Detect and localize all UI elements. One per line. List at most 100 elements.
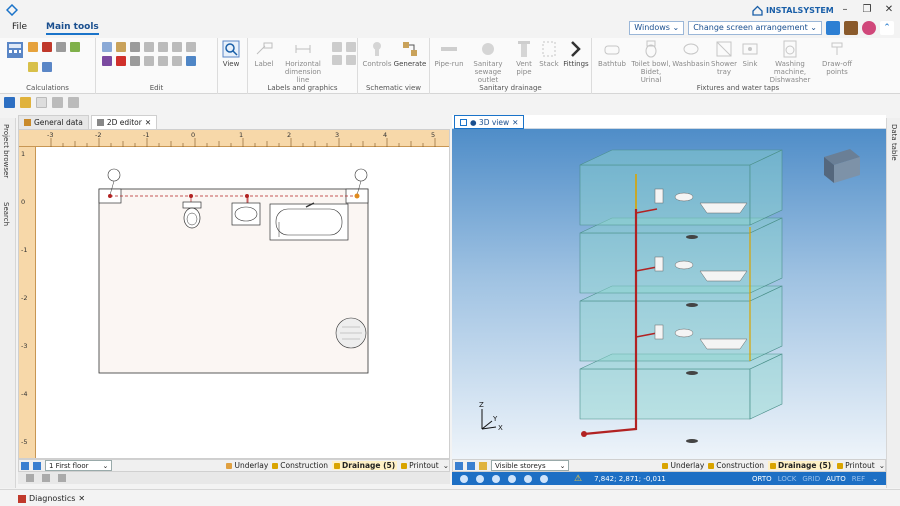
calc-icon-3[interactable] [56, 42, 66, 52]
eye-icon[interactable] [460, 474, 468, 483]
cut-icon[interactable] [102, 56, 112, 66]
pipe-node[interactable] [189, 194, 193, 198]
chevron-down-icon[interactable]: ⌄ [872, 475, 878, 483]
warning-icon[interactable]: ⚠ [574, 474, 582, 484]
align-icon[interactable] [186, 42, 196, 52]
sink-button[interactable]: Sink [740, 40, 760, 68]
horizontal-dimension-button[interactable]: Horizontal dimension line [278, 40, 328, 84]
paste-icon[interactable] [116, 42, 126, 52]
sanitary-outlet-button[interactable]: Sanitary sewage outlet [466, 40, 510, 84]
open-icon[interactable] [20, 96, 31, 108]
storey-2[interactable] [579, 232, 751, 294]
shower-button[interactable]: Shower tray [710, 40, 738, 76]
floor-plan-canvas[interactable] [36, 147, 450, 459]
snap-icon[interactable] [26, 474, 34, 482]
close-tab-icon[interactable]: ✕ [145, 118, 151, 127]
stack-button[interactable]: Stack [538, 40, 560, 68]
tab-main-tools[interactable]: Main tools [46, 22, 99, 35]
tab-3d-view[interactable]: ● 3D view ✕ [454, 115, 525, 129]
copy-icon[interactable] [102, 42, 112, 52]
bathtub-fixture[interactable] [269, 202, 349, 241]
search-tab[interactable]: Search [2, 202, 10, 226]
washbasin-fixture[interactable] [231, 202, 261, 226]
bathtub-button[interactable]: Bathtub [596, 40, 628, 68]
layer-underlay[interactable]: Underlay [226, 461, 268, 470]
close-3d-tab-icon[interactable]: ✕ [512, 118, 518, 127]
stack-label-right[interactable] [354, 168, 368, 182]
close-button[interactable]: ✕ [878, 2, 900, 18]
layer-drainage[interactable]: Drainage (5) [332, 461, 398, 470]
new-icon[interactable] [36, 96, 47, 108]
layer-printout-3d[interactable]: Printout [837, 461, 875, 470]
mode-grid[interactable]: GRID [799, 475, 823, 483]
calc-icon-2[interactable] [42, 42, 52, 52]
floor-drain-label[interactable] [335, 317, 367, 349]
mirror-icon[interactable] [172, 42, 182, 52]
fittings-button[interactable]: Fittings [562, 40, 590, 68]
floor-drain-3d[interactable] [686, 303, 698, 307]
tab-2d-editor[interactable]: 2D editor ✕ [90, 115, 158, 129]
render-icon[interactable] [540, 474, 548, 483]
image-icon[interactable] [346, 55, 356, 65]
toilet-fixture[interactable] [182, 201, 202, 229]
redo-icon[interactable] [68, 96, 79, 108]
clone-icon[interactable] [130, 42, 140, 52]
floor-select[interactable]: 1 First floor ⌄ [45, 460, 113, 471]
book-icon[interactable] [844, 21, 858, 35]
draw-off-button[interactable]: Draw-off points [820, 40, 854, 76]
monitor-icon[interactable] [826, 21, 840, 35]
section-icon[interactable] [524, 474, 532, 483]
offset-icon[interactable] [172, 56, 182, 66]
delete-icon[interactable] [116, 56, 126, 66]
collapse-ribbon-icon[interactable]: ⌃ [880, 21, 894, 35]
layers-menu-icon[interactable]: ⌄ [443, 461, 449, 470]
mode-lock[interactable]: LOCK [775, 475, 800, 483]
storey-1[interactable] [579, 300, 751, 362]
floor-drain-3d[interactable] [686, 439, 698, 443]
view-3d[interactable]: Z X Y [452, 129, 886, 459]
color-wheel-icon[interactable] [862, 21, 876, 35]
text-icon[interactable] [332, 42, 342, 52]
vent-pipe-button[interactable]: Vent pipe [512, 40, 536, 76]
tab-general-data[interactable]: General data [18, 115, 89, 129]
mode-orto[interactable]: ORTO [749, 475, 775, 483]
view-button[interactable]: View [222, 40, 240, 68]
minimize-button[interactable]: – [834, 2, 856, 18]
line-icon[interactable] [332, 55, 342, 65]
floor-drain-3d[interactable] [686, 235, 698, 239]
drain-outlet-3d[interactable] [581, 431, 587, 437]
zoom-icon[interactable] [508, 474, 516, 483]
data-table-tab[interactable]: Data table [890, 124, 898, 161]
storey-ground[interactable] [579, 368, 751, 420]
grid-icon[interactable] [42, 474, 50, 482]
close-icon[interactable]: ✕ [78, 494, 85, 503]
calc-icon-1[interactable] [28, 42, 38, 52]
layer-drainage-3d[interactable]: Drainage (5) [768, 461, 834, 470]
pan-icon[interactable] [492, 474, 500, 483]
layer-printout[interactable]: Printout [401, 461, 439, 470]
stack-vent-node[interactable] [354, 193, 360, 199]
label-button[interactable]: Label [252, 40, 276, 68]
arrangement-dropdown[interactable]: Change screen arrangement ⌄ [688, 21, 822, 35]
model-3d-canvas[interactable]: Z X Y [452, 129, 886, 459]
generate-button[interactable]: Generate [394, 40, 426, 68]
layer-underlay-3d[interactable]: Underlay [662, 461, 704, 470]
floor-down-icon[interactable] [33, 461, 41, 470]
tab-diagnostics[interactable]: Diagnostics ✕ [18, 492, 85, 505]
pipe-node[interactable] [245, 194, 249, 198]
stack-label-left[interactable] [107, 168, 121, 182]
calc-icon-5[interactable] [28, 62, 38, 72]
windows-dropdown[interactable]: Windows ⌄ [629, 21, 685, 35]
array-icon[interactable] [130, 56, 140, 66]
save-icon[interactable] [4, 96, 15, 108]
mode-auto[interactable]: AUTO [823, 475, 849, 483]
calculator-icon[interactable] [6, 41, 24, 59]
calc-icon-6[interactable] [42, 62, 52, 72]
orbit-icon[interactable] [476, 474, 484, 483]
washbasin-button[interactable]: Washbasin [672, 40, 710, 68]
layers-menu-icon[interactable]: ⌄ [879, 461, 885, 470]
controls-button[interactable]: Controls [362, 40, 392, 68]
frame-icon[interactable] [144, 42, 154, 52]
move-icon[interactable] [158, 42, 168, 52]
rotate-icon[interactable] [144, 56, 154, 66]
